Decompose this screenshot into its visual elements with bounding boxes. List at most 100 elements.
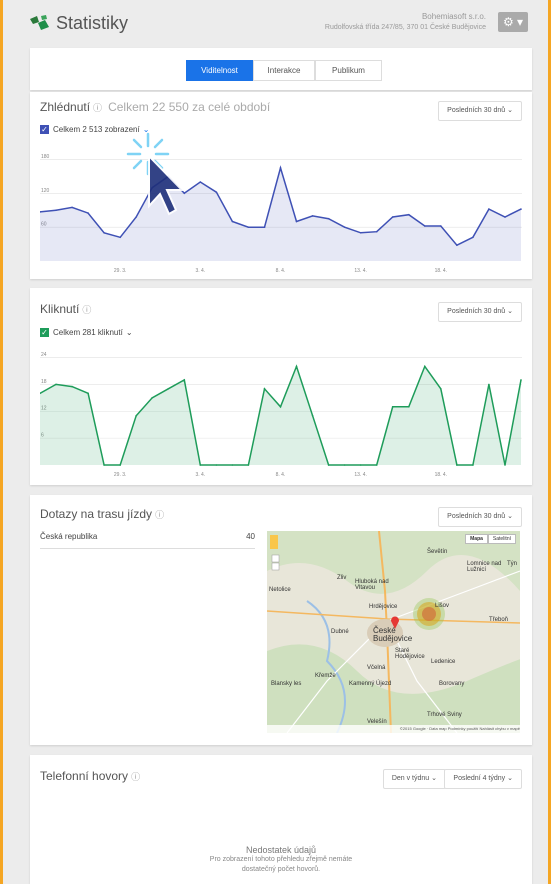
- views-title: Zhlédnutí: [40, 100, 91, 114]
- data-point[interactable]: [424, 365, 426, 368]
- data-point[interactable]: [504, 216, 506, 218]
- data-point[interactable]: [215, 464, 218, 466]
- directions-period-dropdown[interactable]: Posledních 30 dnů ⌄: [438, 507, 522, 527]
- data-point[interactable]: [295, 220, 298, 223]
- data-point[interactable]: [279, 167, 282, 169]
- data-point[interactable]: [263, 226, 266, 228]
- data-point[interactable]: [231, 464, 234, 466]
- data-point[interactable]: [87, 392, 89, 395]
- data-point[interactable]: [472, 464, 474, 466]
- data-point[interactable]: [391, 216, 394, 218]
- map-label-stare-hodejovice: Staré Hodějovice: [395, 648, 425, 660]
- checkbox-checked-icon[interactable]: ✓: [40, 125, 49, 134]
- data-point[interactable]: [472, 236, 474, 239]
- phone-granularity-label: Den v týdnu: [391, 775, 430, 782]
- data-point[interactable]: [87, 212, 89, 214]
- data-point[interactable]: [408, 406, 410, 408]
- data-point[interactable]: [183, 379, 186, 381]
- clicks-series-toggle[interactable]: ✓ Celkem 281 kliknutí ⌄: [40, 328, 133, 337]
- phone-title-row: Telefonní hovory ⓘ: [40, 769, 140, 783]
- data-point[interactable]: [55, 209, 57, 211]
- data-point[interactable]: [151, 397, 153, 399]
- data-point[interactable]: [71, 206, 73, 209]
- y-tick-label: 180: [41, 154, 50, 160]
- data-point[interactable]: [375, 464, 378, 466]
- clicks-period-dropdown[interactable]: Posledních 30 dnů ⌄: [438, 302, 522, 322]
- data-point[interactable]: [440, 225, 442, 227]
- series-area: [40, 366, 521, 465]
- data-point[interactable]: [327, 217, 330, 220]
- data-point[interactable]: [440, 388, 442, 390]
- map-label-lisov: Lišov: [435, 603, 450, 609]
- data-point[interactable]: [408, 213, 410, 216]
- data-point[interactable]: [71, 385, 73, 388]
- map-label-trebon: Třeboň: [489, 617, 509, 623]
- data-point[interactable]: [55, 383, 57, 386]
- data-point[interactable]: [359, 464, 362, 466]
- data-point[interactable]: [375, 230, 378, 233]
- data-point[interactable]: [391, 406, 394, 408]
- data-point[interactable]: [424, 225, 426, 227]
- data-point[interactable]: [343, 464, 346, 466]
- map-type-map-button[interactable]: Mapa: [465, 534, 488, 544]
- data-point[interactable]: [103, 464, 105, 466]
- data-point[interactable]: [343, 226, 346, 228]
- chevron-down-icon: ⌄: [431, 775, 437, 782]
- data-point[interactable]: [488, 383, 490, 386]
- company-info: Bohemiasoft s.r.o. Rudolfovská třída 247…: [325, 11, 486, 33]
- clicks-period-label: Posledních 30 dnů: [447, 308, 506, 315]
- tab-interaction[interactable]: Interakce: [253, 60, 315, 81]
- data-point[interactable]: [327, 464, 330, 466]
- data-point[interactable]: [504, 464, 506, 466]
- mouse-cursor-icon: [126, 132, 184, 216]
- settings-button[interactable]: ⚙ ▾: [498, 12, 528, 32]
- clicks-title: Kliknutí: [40, 302, 80, 316]
- info-icon[interactable]: ⓘ: [131, 772, 140, 782]
- info-icon[interactable]: ⓘ: [155, 510, 164, 520]
- data-point[interactable]: [456, 464, 458, 466]
- country-count: 40: [246, 532, 255, 541]
- data-point[interactable]: [359, 232, 362, 234]
- data-point[interactable]: [520, 379, 522, 381]
- nodata-text-line2: dostatečný počet hovorů.: [241, 866, 321, 873]
- data-point[interactable]: [488, 208, 490, 210]
- data-point[interactable]: [520, 208, 522, 210]
- data-point[interactable]: [263, 388, 266, 390]
- data-point[interactable]: [135, 414, 137, 417]
- data-point[interactable]: [311, 215, 314, 217]
- info-icon[interactable]: ⓘ: [93, 103, 102, 113]
- data-point[interactable]: [199, 464, 202, 466]
- data-point[interactable]: [119, 464, 121, 466]
- data-point[interactable]: [167, 388, 170, 390]
- tab-audience[interactable]: Publikum: [315, 60, 382, 81]
- views-period-dropdown[interactable]: Posledních 30 dnů ⌄: [438, 101, 522, 121]
- y-tick-label: 24: [41, 352, 47, 358]
- map-label-ledenice: Ledenice: [431, 659, 456, 665]
- tab-visibility[interactable]: Viditelnost: [186, 60, 253, 81]
- map-label-kamenny-ujezd: Kamenný Újezd: [349, 681, 392, 687]
- data-point[interactable]: [247, 226, 250, 228]
- country-name: Česká republika: [40, 532, 98, 541]
- map-label-vcelna: Včelná: [367, 665, 386, 671]
- data-point[interactable]: [456, 244, 458, 246]
- map-attribution: ©2015 Google · Data map Podmínky použití…: [267, 725, 520, 733]
- phone-granularity-dropdown[interactable]: Den v týdnu ⌄: [382, 769, 446, 789]
- data-point[interactable]: [279, 406, 282, 408]
- tab-group: Viditelnost Interakce Publikum: [186, 60, 382, 81]
- data-point[interactable]: [103, 232, 105, 234]
- data-point[interactable]: [119, 236, 121, 239]
- clicks-title-row: Kliknutí ⓘ: [40, 302, 91, 316]
- checkbox-checked-icon[interactable]: ✓: [40, 328, 49, 337]
- map-type-satellite-button[interactable]: Satelitní: [487, 534, 516, 544]
- phone-period-dropdown[interactable]: Poslední 4 týdny ⌄: [444, 769, 522, 789]
- map[interactable]: Ševětín Lomnice nad Lužnicí Týn Hluboká …: [267, 531, 520, 733]
- info-icon[interactable]: ⓘ: [82, 305, 91, 315]
- data-point[interactable]: [215, 191, 218, 193]
- data-point[interactable]: [231, 220, 234, 223]
- x-tick-label: 13. 4.: [354, 472, 367, 478]
- data-point[interactable]: [311, 414, 314, 417]
- data-point[interactable]: [199, 181, 202, 183]
- data-point[interactable]: [247, 464, 250, 466]
- x-tick-label: 13. 4.: [354, 268, 367, 274]
- data-point[interactable]: [295, 365, 298, 368]
